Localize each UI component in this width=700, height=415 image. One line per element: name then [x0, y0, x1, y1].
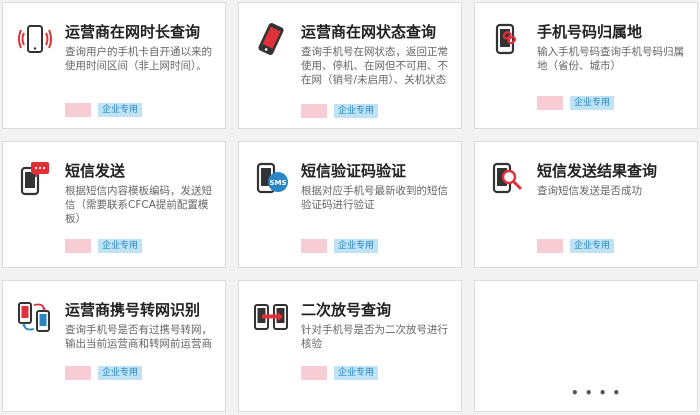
- enterprise-badge: 企业专用: [98, 103, 143, 117]
- phone-signal-icon: [17, 21, 53, 57]
- price-placeholder: [537, 239, 563, 253]
- service-description: 根据短信内容模板编码，发送短信（需要联系CFCA提前配置模板）: [65, 185, 212, 225]
- enterprise-badge: 企业专用: [570, 96, 615, 110]
- price-placeholder: [301, 104, 327, 118]
- phone-transfer-icon: [17, 299, 53, 335]
- service-card[interactable]: 运营商在网时长查询 查询用户的手机卡自开通以来的使用时间区间（非上网时间）。 企…: [2, 2, 226, 129]
- service-title: 短信发送结果查询: [537, 162, 658, 180]
- service-card[interactable]: 运营商携号转网识别 查询手机号是否有过携号转网，输出当前运营商和转网前运营商 企…: [2, 280, 226, 412]
- service-description: 根据对应手机号最新收到的短信验证码进行验证: [301, 185, 448, 211]
- enterprise-badge: 企业专用: [98, 366, 143, 380]
- price-placeholder: [65, 239, 91, 253]
- service-description: 查询短信发送是否成功: [537, 185, 642, 197]
- service-description: 查询用户的手机卡自开通以来的使用时间区间（非上网时间）。: [65, 46, 212, 72]
- service-title: 运营商在网状态查询: [301, 23, 437, 41]
- service-card[interactable]: 短信发送 根据短信内容模板编码，发送短信（需要联系CFCA提前配置模板） 企业专…: [2, 141, 226, 268]
- phone-link-icon: [489, 21, 525, 57]
- service-description: 查询手机号在网状态，返回正常使用、停机、在网但不可用、不在网（销号/未启用）、关…: [301, 46, 448, 86]
- price-placeholder: [301, 366, 327, 380]
- service-title: 二次放号查询: [301, 301, 392, 319]
- service-title: 运营商在网时长查询: [65, 23, 201, 41]
- enterprise-badge: 企业专用: [98, 239, 143, 253]
- price-placeholder: [65, 366, 91, 380]
- more-services-card[interactable]: • • • •: [474, 280, 698, 412]
- service-title: 运营商携号转网识别: [65, 301, 201, 319]
- phone-message-icon: [17, 160, 53, 196]
- enterprise-badge: 企业专用: [334, 239, 379, 253]
- enterprise-badge: 企业专用: [570, 239, 615, 253]
- price-placeholder: [65, 103, 91, 117]
- service-title: 短信发送: [65, 162, 126, 180]
- svg-text:SMS: SMS: [269, 179, 286, 187]
- service-card[interactable]: 短信发送结果查询 查询短信发送是否成功 企业专用: [474, 141, 698, 268]
- service-card[interactable]: SMS 短信验证码验证 根据对应手机号最新收到的短信验证码进行验证 企业专用: [238, 141, 462, 268]
- service-description: 查询手机号是否有过携号转网，输出当前运营商和转网前运营商: [65, 324, 212, 350]
- enterprise-badge: 企业专用: [334, 104, 379, 118]
- service-title: 手机号码归属地: [537, 23, 643, 41]
- service-grid: 运营商在网时长查询 查询用户的手机卡自开通以来的使用时间区间（非上网时间）。 企…: [0, 0, 700, 415]
- enterprise-badge: 企业专用: [334, 366, 379, 380]
- phone-sms-icon: SMS: [253, 160, 289, 196]
- phone-search-icon: [489, 160, 525, 196]
- phone-tilted-icon: [253, 21, 289, 57]
- price-placeholder: [301, 239, 327, 253]
- service-card[interactable]: 运营商在网状态查询 查询手机号在网状态，返回正常使用、停机、在网但不可用、不在网…: [238, 2, 462, 129]
- service-card[interactable]: 二次放号查询 针对手机号是否为二次放号进行核验 企业专用: [238, 280, 462, 412]
- phone-swap-icon: [253, 299, 289, 335]
- service-description: 输入手机号码查询手机号码归属地（省份、城市）: [537, 46, 684, 72]
- price-placeholder: [537, 96, 563, 110]
- more-dots-icon: • • • •: [571, 386, 622, 400]
- service-description: 针对手机号是否为二次放号进行核验: [301, 324, 448, 350]
- service-card[interactable]: 手机号码归属地 输入手机号码查询手机号码归属地（省份、城市） 企业专用: [474, 2, 698, 129]
- service-title: 短信验证码验证: [301, 162, 407, 180]
